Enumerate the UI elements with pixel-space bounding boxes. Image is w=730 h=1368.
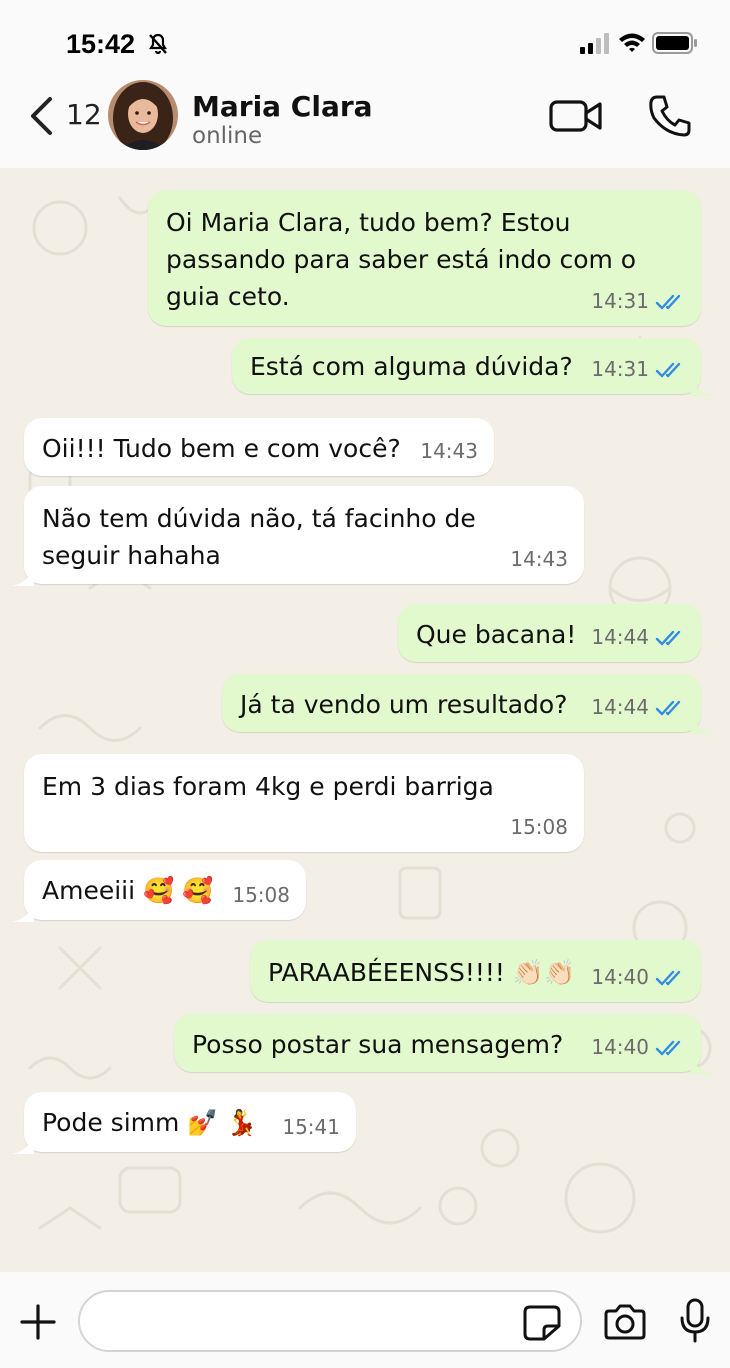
message-meta: 14:43: [510, 541, 568, 578]
phone-icon[interactable]: [646, 92, 694, 140]
message-time: 14:31: [591, 289, 649, 313]
video-camera-icon[interactable]: [548, 96, 604, 136]
bubble-tail: [691, 376, 713, 396]
message-meta: 14:31: [591, 351, 685, 388]
battery-icon: [652, 32, 697, 54]
double-check-icon: [655, 700, 681, 715]
message-text: Que bacana!: [416, 620, 577, 649]
double-check-icon: [655, 294, 681, 309]
bell-slash-icon: [149, 33, 167, 55]
double-check-icon: [655, 970, 681, 985]
message-meta: 14:44: [591, 689, 685, 726]
plus-icon[interactable]: [18, 1302, 58, 1342]
message-meta: 14:44: [591, 619, 685, 656]
message-text: Em 3 dias foram 4kg e perdi barriga: [42, 772, 494, 801]
message-meta: 15:08: [510, 809, 568, 846]
chevron-left-icon: [31, 97, 52, 135]
message-bubble-outgoing[interactable]: Já ta vendo um resultado? 14:44: [222, 674, 713, 734]
chat-area[interactable]: Oi Maria Clara, tudo bem? Estou passando…: [0, 168, 730, 1272]
chat-header: 12 Maria Clara online: [0, 80, 730, 168]
signal-icon: [580, 33, 609, 54]
status-time: 15:42: [66, 29, 136, 59]
camera-icon[interactable]: [602, 1302, 648, 1342]
message-bubble-outgoing[interactable]: Está com alguma dúvida? 14:31: [232, 338, 713, 396]
message-meta: 14:40: [591, 959, 685, 996]
message-time: 14:44: [591, 625, 649, 649]
double-check-icon: [655, 1040, 681, 1055]
contact-name[interactable]: Maria Clara: [192, 90, 373, 123]
back-button[interactable]: 12: [22, 92, 104, 138]
message-input[interactable]: [78, 1290, 582, 1352]
message-bubble-outgoing[interactable]: Oi Maria Clara, tudo bem? Estou passando…: [148, 190, 701, 326]
message-text: PARAABÉEENSS!!!! 👏🏻👏🏻: [268, 958, 576, 987]
message-composer: [0, 1272, 730, 1368]
microphone-icon[interactable]: [678, 1298, 712, 1344]
message-bubble-outgoing[interactable]: PARAABÉEENSS!!!! 👏🏻👏🏻 14:40: [250, 940, 701, 1002]
message-time: 14:31: [591, 357, 649, 381]
message-bubble-incoming[interactable]: Em 3 dias foram 4kg e perdi barriga 15:0…: [24, 754, 584, 852]
bubble-tail: [691, 714, 713, 734]
sticker-icon[interactable]: [522, 1304, 562, 1342]
message-text: Já ta vendo um resultado?: [240, 690, 568, 719]
message-meta: 14:43: [420, 433, 478, 470]
message-meta: 14:40: [591, 1029, 685, 1066]
status-bar: 15:42: [0, 0, 730, 80]
message-bubble-incoming[interactable]: Pode simm 💅 💃 15:41: [12, 1092, 356, 1154]
message-text: Está com alguma dúvida?: [250, 352, 573, 381]
message-time: 14:44: [591, 695, 649, 719]
message-time: 14:43: [420, 439, 478, 463]
message-text: Oii!!! Tudo bem e com você?: [42, 434, 401, 463]
message-bubble-incoming[interactable]: Oii!!! Tudo bem e com você? 14:43: [24, 418, 494, 476]
bubble-tail: [691, 1054, 713, 1074]
avatar-image: [108, 80, 178, 150]
message-text: Não tem dúvida não, tá facinho de seguir…: [42, 504, 476, 570]
message-meta: 15:41: [282, 1109, 340, 1146]
message-text: Pode simm 💅 💃: [42, 1108, 258, 1137]
message-time: 14:40: [591, 965, 649, 989]
message-text: Oi Maria Clara, tudo bem? Estou passando…: [166, 208, 637, 311]
double-check-icon: [655, 630, 681, 645]
avatar[interactable]: [108, 80, 178, 150]
message-bubble-outgoing[interactable]: Posso postar sua mensagem? 14:40: [174, 1014, 713, 1074]
contact-status: online: [192, 123, 263, 149]
message-bubble-incoming[interactable]: Ameeiii 🥰 🥰 15:08: [12, 860, 306, 922]
bubble-tail: [12, 566, 34, 586]
unread-count: 12: [66, 98, 102, 131]
bubble-tail: [12, 1134, 34, 1154]
message-text: Posso postar sua mensagem?: [192, 1030, 564, 1059]
message-bubble-incoming[interactable]: Não tem dúvida não, tá facinho de seguir…: [12, 486, 584, 586]
message-meta: 15:08: [232, 877, 290, 914]
message-text: Ameeiii 🥰 🥰: [42, 876, 214, 905]
wifi-icon: [619, 33, 645, 52]
message-time: 15:41: [282, 1115, 340, 1139]
message-time: 14:43: [510, 547, 568, 571]
message-meta: 14:31: [591, 283, 685, 320]
double-check-icon: [655, 362, 681, 377]
message-time: 15:08: [232, 883, 290, 907]
bubble-tail: [12, 902, 34, 922]
message-bubble-outgoing[interactable]: Que bacana! 14:44: [398, 604, 701, 662]
message-time: 14:40: [591, 1035, 649, 1059]
message-time: 15:08: [510, 815, 568, 839]
